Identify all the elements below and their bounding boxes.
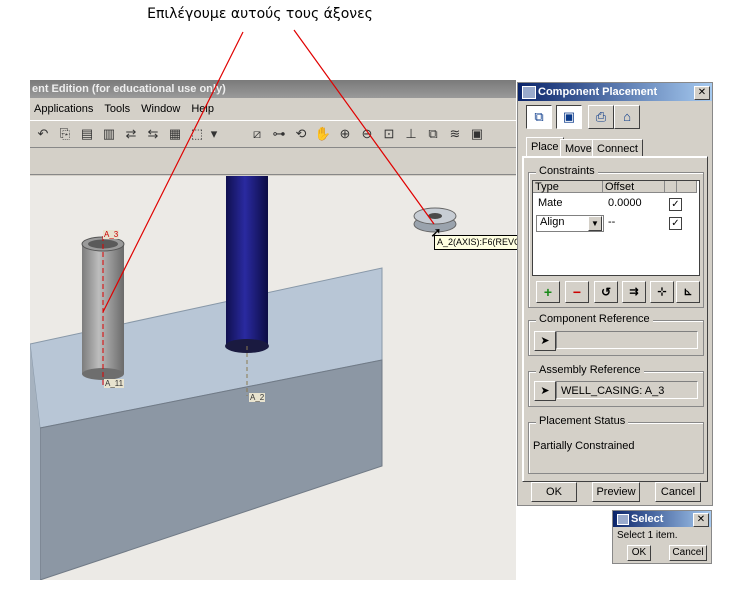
pan-icon[interactable]: ✋ xyxy=(314,125,332,143)
app-title: ent Edition (for educational use only) xyxy=(30,80,516,98)
placement-status-value: Partially Constrained xyxy=(533,440,635,452)
assembly-reference-pick-icon[interactable]: ➤ xyxy=(534,381,556,401)
select-dialog-close-icon[interactable]: ✕ xyxy=(693,513,709,527)
remove-constraint-icon[interactable]: − xyxy=(565,281,589,303)
orient-icon[interactable]: ⊥ xyxy=(402,125,420,143)
ok-button[interactable]: OK xyxy=(531,482,577,502)
paste-special-icon[interactable]: ▥ xyxy=(100,125,118,143)
axis-label-a11[interactable]: A_11 xyxy=(104,379,125,388)
select-dialog: Select ✕ Select 1 item. OK Cancel xyxy=(612,510,712,564)
datum-plane-icon[interactable]: ⧄ xyxy=(248,125,266,143)
flip-constraint-icon[interactable]: ↺ xyxy=(594,281,618,303)
preview-button[interactable]: Preview xyxy=(592,482,640,502)
menu-applications[interactable]: Applications xyxy=(34,103,93,115)
model-tree-icon[interactable]: ▣ xyxy=(468,125,486,143)
mirror-icon[interactable]: ⇄ xyxy=(122,125,140,143)
placement-status-label: Placement Status xyxy=(536,415,629,427)
secondary-toolbar-strip xyxy=(30,150,516,175)
component-reference-field[interactable] xyxy=(556,331,698,349)
blue-shaft xyxy=(226,176,268,346)
menu-bar: Applications Tools Window Help xyxy=(30,100,516,118)
select-dialog-icon xyxy=(617,514,629,525)
tab-place[interactable]: Place xyxy=(526,137,564,158)
add-constraint-icon[interactable]: + xyxy=(536,281,560,303)
row1-checkbox[interactable]: ✓ xyxy=(669,198,682,211)
assembly-reference-field[interactable]: WELL_CASING: A_3 xyxy=(556,381,698,399)
component-reference-pick-icon[interactable]: ➤ xyxy=(534,331,556,351)
axis-label-a3[interactable]: A_3 xyxy=(103,230,120,239)
col-offset: Offset xyxy=(603,181,665,193)
instruction-caption: Επιλέγουμε αυτούς τους άξονες xyxy=(147,6,373,22)
row2-checkbox[interactable]: ✓ xyxy=(669,217,682,230)
assembly-reference-label: Assembly Reference xyxy=(536,364,644,376)
constraints-label: Constraints xyxy=(536,165,598,177)
layers-icon[interactable]: ≋ xyxy=(446,125,464,143)
constraints-table: Type Offset Mate 0.0000 ✓ Align ▼ -- ✓ xyxy=(532,180,700,276)
copy-icon[interactable]: ⎘ xyxy=(56,125,74,143)
select-cancel-button[interactable]: Cancel xyxy=(669,545,707,561)
dialog-title: Component Placement xyxy=(518,83,712,101)
refit-icon[interactable]: ⊡ xyxy=(380,125,398,143)
zoom-out-icon[interactable]: ⊖ xyxy=(358,125,376,143)
app-window: ent Edition (for educational use only) A… xyxy=(30,80,516,580)
allow-assumptions-icon[interactable]: ⊹ xyxy=(650,281,674,303)
open-folder-icon[interactable]: ⌂ xyxy=(614,105,640,129)
show-assembly-window-icon[interactable]: ▣ xyxy=(556,105,582,129)
pattern-icon[interactable]: ⇆ xyxy=(144,125,162,143)
dropdown-arrow-icon[interactable]: ▾ xyxy=(208,125,220,143)
select-dialog-title: Select xyxy=(631,513,664,525)
menu-help[interactable]: Help xyxy=(191,103,214,115)
row2-type: Align xyxy=(540,216,565,228)
zoom-in-icon[interactable]: ⊕ xyxy=(336,125,354,143)
dialog-app-icon xyxy=(522,86,536,99)
menu-window[interactable]: Window xyxy=(141,103,180,115)
spin-center-icon[interactable]: ⟲ xyxy=(292,125,310,143)
axis-label-a2[interactable]: A_2 xyxy=(249,393,266,402)
dialog-close-icon[interactable]: ✕ xyxy=(694,86,710,100)
undo-icon[interactable]: ↶ xyxy=(34,125,52,143)
show-component-window-icon[interactable]: ⧉ xyxy=(526,105,552,129)
menu-tools[interactable]: Tools xyxy=(104,103,130,115)
paste-icon[interactable]: ▤ xyxy=(78,125,96,143)
select-dialog-message: Select 1 item. xyxy=(617,530,678,541)
box-select-icon[interactable]: ⬚ xyxy=(188,125,206,143)
component-reference-label: Component Reference xyxy=(536,313,653,325)
datum-axis-icon[interactable]: ⊶ xyxy=(270,125,288,143)
select-ok-button[interactable]: OK xyxy=(627,545,651,561)
retrieve-component-icon[interactable]: ⎙ xyxy=(588,105,614,129)
move-to-origin-icon[interactable]: ⊾ xyxy=(676,281,700,303)
toolbar: ↶ ⎘ ▤ ▥ ⇄ ⇆ ▦ ⬚ ▾ ⧄ ⊶ ⟲ ✋ ⊕ ⊖ ⊡ ⊥ ⧉ ≋ ▣ xyxy=(30,120,516,148)
row1-type[interactable]: Mate xyxy=(535,195,562,211)
row1-offset[interactable]: 0.0000 xyxy=(605,195,642,211)
row2-dropdown-icon[interactable]: ▼ xyxy=(588,216,602,231)
col-type: Type xyxy=(533,181,603,193)
toggle-offset-icon[interactable]: ⇉ xyxy=(622,281,646,303)
saved-views-icon[interactable]: ⧉ xyxy=(424,125,442,143)
seal-part-hole xyxy=(428,213,442,219)
cancel-button[interactable]: Cancel xyxy=(655,482,701,502)
mouse-cursor-icon: ➚ xyxy=(430,224,442,240)
row2-offset[interactable]: -- xyxy=(605,214,615,230)
select-icon[interactable]: ▦ xyxy=(166,125,184,143)
